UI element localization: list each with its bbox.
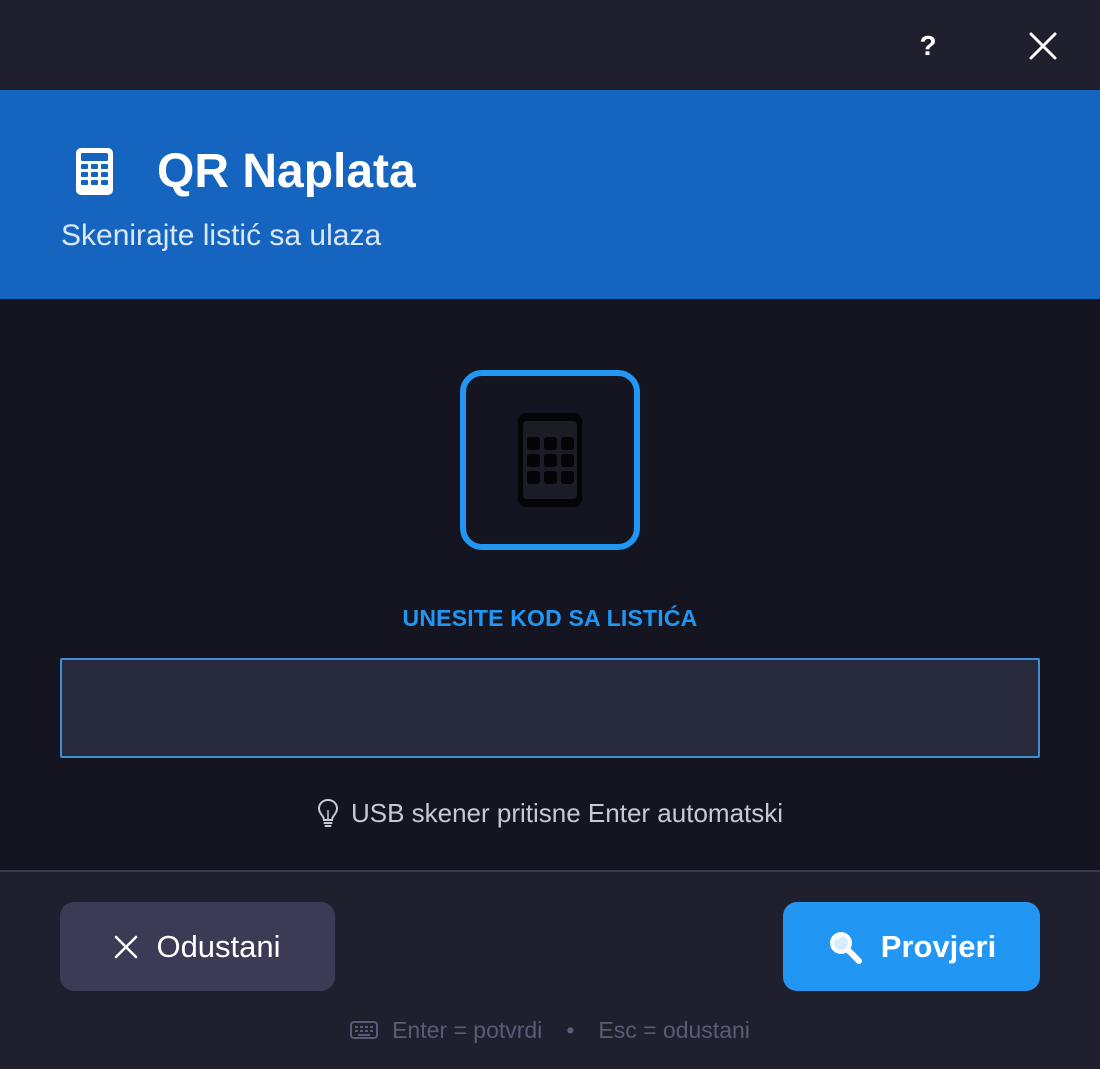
close-button[interactable]	[1019, 22, 1067, 70]
check-button[interactable]: Provjeri	[783, 902, 1040, 991]
magnifier-icon	[829, 931, 862, 964]
question-mark-icon: ?	[919, 30, 937, 61]
shortcut-esc: Esc = odustani	[598, 1017, 750, 1043]
lightbulb-icon	[317, 798, 338, 827]
cancel-button-label: Odustani	[156, 928, 281, 964]
ticket-code-input[interactable]	[60, 658, 1040, 758]
keyboard-shortcuts: Enter = potvrdi • Esc = odustani	[0, 1012, 1100, 1048]
scanner-hint: USB skener pritisne Enter automatski	[0, 795, 1100, 831]
dialog-title: QR Naplata	[157, 145, 416, 198]
dialog-subtitle: Skenirajte listić sa ulaza	[61, 219, 382, 252]
keyboard-icon	[350, 1021, 379, 1039]
calculator-keypad-icon	[518, 413, 582, 507]
scan-indicator	[460, 370, 640, 550]
cancel-button[interactable]: Odustani	[60, 902, 335, 991]
help-button[interactable]: ?	[904, 22, 952, 70]
check-button-label: Provjeri	[880, 928, 997, 964]
close-icon	[1029, 32, 1057, 60]
calculator-icon	[76, 148, 113, 195]
shortcut-separator: •	[566, 1017, 575, 1043]
hint-text: USB skener pritisne Enter automatski	[350, 798, 784, 828]
shortcut-enter: Enter = potvrdi	[392, 1017, 543, 1043]
close-icon	[115, 935, 138, 958]
code-input-label: UNESITE KOD SA LISTIĆA	[402, 605, 698, 631]
